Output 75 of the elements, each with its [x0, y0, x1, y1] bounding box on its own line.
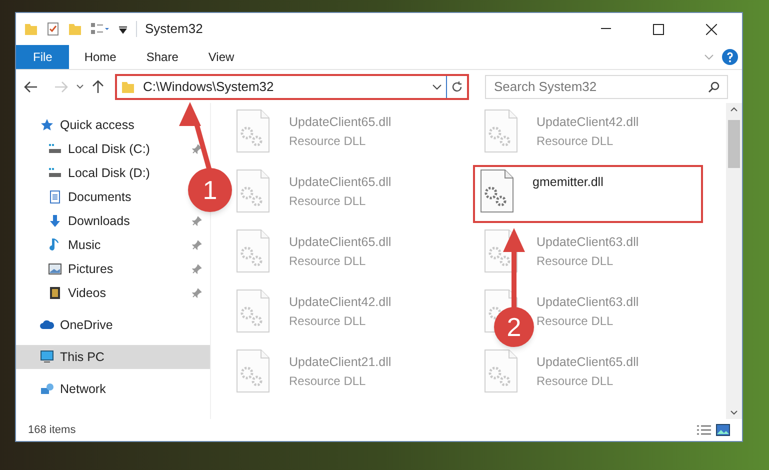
- document-icon: [48, 190, 62, 204]
- download-icon: [48, 214, 62, 228]
- file-name: UpdateClient63.dll: [536, 294, 639, 311]
- item-count: 168 items: [28, 422, 76, 438]
- ribbon-tab[interactable]: Home: [69, 45, 132, 69]
- navigation-item[interactable]: Local Disk (D:): [16, 161, 158, 185]
- navigation-item[interactable]: Music: [16, 233, 210, 257]
- file-type: Resource DLL: [289, 252, 367, 270]
- pin-icon[interactable]: [192, 264, 202, 274]
- folder-icon: [121, 80, 135, 94]
- navigation-item[interactable]: Quick access: [16, 113, 142, 137]
- minimize-icon: [600, 28, 610, 30]
- search-icon[interactable]: [708, 80, 720, 92]
- file-name: UpdateClient21.dll: [289, 354, 392, 371]
- file-type: Resource DLL: [289, 312, 367, 330]
- pin-icon[interactable]: [192, 216, 202, 226]
- address-bar[interactable]: C:\Windows\System32: [115, 74, 469, 100]
- scroll-down-icon[interactable]: [730, 410, 738, 415]
- star-icon: [40, 118, 54, 132]
- chevron-down-icon[interactable]: [432, 84, 442, 90]
- properties-icon[interactable]: [46, 22, 60, 36]
- navigation-item[interactable]: Network: [16, 377, 114, 401]
- scrollbar[interactable]: [726, 103, 742, 419]
- navigation-item[interactable]: Videos: [16, 281, 210, 305]
- refresh-icon[interactable]: [451, 80, 463, 92]
- file-name: UpdateClient42.dll: [536, 114, 639, 131]
- file-name: UpdateClient65.dll: [289, 114, 392, 131]
- file-name: UpdateClient42.dll: [289, 294, 392, 311]
- dropdown-icon[interactable]: [118, 24, 128, 34]
- file-type: Resource DLL: [536, 252, 614, 270]
- file-name: gmemitter.dll: [532, 174, 604, 191]
- navigation-item[interactable]: OneDrive: [16, 313, 121, 337]
- network-icon: [40, 382, 54, 396]
- pin-icon[interactable]: [192, 144, 202, 154]
- address-text: C:\Windows\System32: [143, 78, 275, 96]
- thumbnail-view-icon[interactable]: [716, 424, 730, 436]
- back-arrow-icon[interactable]: [24, 80, 38, 92]
- navigation-item[interactable]: This PC: [16, 345, 210, 369]
- scroll-up-icon[interactable]: [730, 107, 738, 112]
- recent-dropdown-icon[interactable]: [76, 84, 84, 89]
- maximize-icon: [653, 24, 664, 34]
- picture-icon: [48, 262, 62, 276]
- window-title: System32: [145, 20, 203, 38]
- details-view-icon[interactable]: [696, 424, 712, 436]
- navigation-item[interactable]: Pictures: [16, 257, 210, 281]
- file-name: UpdateClient65.dll: [289, 234, 392, 251]
- search-field[interactable]: Search System32: [485, 74, 728, 98]
- monitor-icon: [40, 350, 54, 364]
- file-item[interactable]: gmemitter.dll: [474, 167, 700, 221]
- ribbon-tab[interactable]: File: [16, 45, 70, 69]
- file-type: Resource DLL: [289, 192, 367, 210]
- file-name: UpdateClient65.dll: [536, 354, 639, 371]
- navigation-item[interactable]: Local Disk (C:): [16, 137, 210, 161]
- drive-icon: [48, 166, 62, 180]
- drive-icon: [48, 142, 62, 156]
- pin-icon[interactable]: [192, 288, 202, 298]
- file-name: UpdateClient65.dll: [289, 174, 392, 191]
- cloud-icon: [40, 318, 54, 332]
- ribbon-tab[interactable]: View: [193, 45, 250, 69]
- close-icon: [706, 24, 717, 34]
- help-icon[interactable]: [722, 49, 738, 65]
- scrollbar-thumb[interactable]: [728, 120, 740, 168]
- file-type: Resource DLL: [536, 132, 614, 150]
- up-arrow-icon[interactable]: [92, 80, 104, 94]
- file-type: Resource DLL: [536, 372, 614, 390]
- navigation-item[interactable]: Documents: [16, 185, 140, 209]
- video-icon: [48, 286, 62, 300]
- file-type: Resource DLL: [289, 132, 367, 150]
- view-list-icon[interactable]: [90, 22, 110, 36]
- navigation-item[interactable]: Downloads: [16, 209, 210, 233]
- pin-icon[interactable]: [192, 240, 202, 250]
- file-type: Resource DLL: [536, 312, 614, 330]
- file-name: UpdateClient63.dll: [536, 234, 639, 251]
- file-type: Resource DLL: [289, 372, 367, 390]
- ribbon-tab[interactable]: Share: [131, 45, 194, 69]
